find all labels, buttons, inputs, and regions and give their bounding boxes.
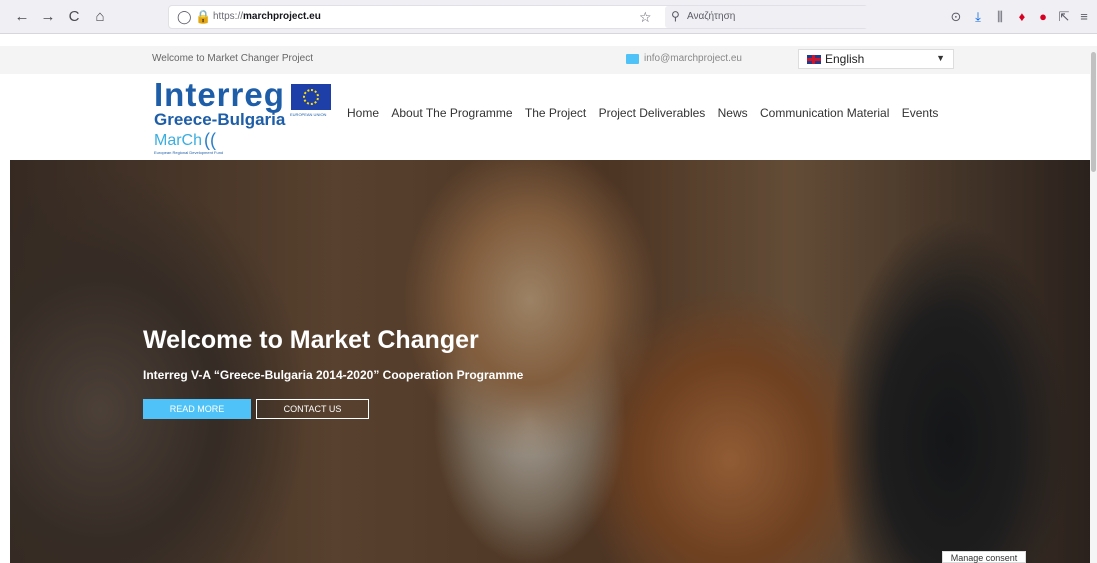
home-icon[interactable]: ⌂ [90, 7, 110, 27]
logo-region-text: Greece-Bulgaria [154, 110, 286, 129]
menu-icon[interactable]: ≡ [1076, 8, 1092, 26]
eu-caption: EUROPEAN UNION [290, 112, 327, 117]
main-navigation: Home About The Programme The Project Pro… [347, 106, 947, 120]
bookmark-star-icon[interactable]: ☆ [639, 9, 652, 26]
logo-project-text: MarCh [154, 132, 203, 149]
nav-item-home[interactable]: Home [347, 106, 379, 120]
hero-subtitle: Interreg V-A “Greece-Bulgaria 2014-2020”… [143, 368, 524, 382]
nav-item-events[interactable]: Events [902, 106, 939, 120]
hero-image [10, 160, 1095, 563]
eu-flag-icon [291, 84, 331, 110]
search-input[interactable]: Αναζήτηση [687, 11, 735, 22]
ublock-icon[interactable]: ● [1035, 8, 1051, 26]
nav-item-project[interactable]: The Project [525, 106, 586, 120]
extension-icon[interactable]: ♦ [1014, 8, 1030, 26]
nav-item-communication[interactable]: Communication Material [760, 106, 889, 120]
email-link[interactable]: info@marchproject.eu [644, 53, 742, 64]
pocket-icon[interactable]: ⊙ [948, 8, 964, 26]
lock-icon[interactable]: 🔒 [195, 9, 211, 25]
site-header: Interreg EUROPEAN UNION Greece-Bulgaria … [0, 74, 1097, 160]
search-icon: ⚲ [671, 9, 680, 23]
top-info-bar: Welcome to Market Changer Project info@m… [0, 46, 1097, 74]
language-label: English [825, 52, 865, 66]
mail-icon [626, 54, 639, 64]
address-bar[interactable]: ◯ 🔒 https://marchproject.eu ☆ ⚲ Αναζήτησ… [168, 5, 870, 29]
browser-toolbar: ← → C ⌂ ◯ 🔒 https://marchproject.eu ☆ ⚲ … [0, 0, 1097, 34]
search-box[interactable]: ⚲ Αναζήτηση [665, 6, 870, 28]
reload-icon[interactable]: C [64, 7, 84, 27]
download-icon[interactable]: ⤓ [970, 8, 986, 26]
logo-interreg-text: Interreg [154, 76, 285, 113]
uk-flag-icon [807, 55, 821, 64]
library-icon[interactable]: ⫼ [992, 8, 1008, 26]
nav-item-deliverables[interactable]: Project Deliverables [599, 106, 706, 120]
share-icon[interactable]: ⇱ [1056, 8, 1072, 26]
nav-item-about[interactable]: About The Programme [391, 106, 512, 120]
logo-fund-text: European Regional Development Fund [154, 150, 224, 155]
back-icon[interactable]: ← [12, 7, 32, 27]
forward-icon[interactable]: → [38, 7, 58, 27]
welcome-text: Welcome to Market Changer Project [152, 53, 313, 64]
nav-item-news[interactable]: News [718, 106, 748, 120]
march-swirl-icon: (( [204, 130, 216, 150]
hero-banner: Welcome to Market Changer Interreg V-A “… [10, 160, 1095, 563]
language-select[interactable]: English ▼ [798, 49, 954, 69]
contact-us-button[interactable]: CONTACT US [256, 399, 369, 419]
scrollbar-thumb[interactable] [1091, 52, 1096, 172]
chevron-down-icon: ▼ [936, 53, 945, 63]
hero-title: Welcome to Market Changer [143, 326, 479, 354]
read-more-button[interactable]: READ MORE [143, 399, 251, 419]
url-text[interactable]: https://marchproject.eu [213, 11, 321, 22]
site-logo[interactable]: Interreg EUROPEAN UNION Greece-Bulgaria … [152, 76, 342, 160]
manage-consent-button[interactable]: Manage consent [942, 551, 1026, 563]
tracking-shield-icon[interactable]: ◯ [177, 9, 192, 25]
